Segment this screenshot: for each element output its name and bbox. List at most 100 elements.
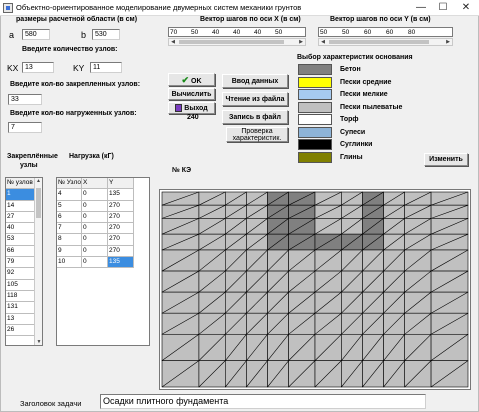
table-cell[interactable]: 135 xyxy=(108,189,134,201)
table-cell[interactable]: 79 xyxy=(6,257,35,269)
vector-x-cell[interactable]: 70 xyxy=(169,28,190,36)
vector-x-cell[interactable]: 40 xyxy=(253,28,274,36)
table-cell[interactable]: 6 xyxy=(57,211,82,224)
table-cell[interactable]: 270 xyxy=(108,200,134,212)
table-row[interactable]: 9 0 270 xyxy=(57,245,149,258)
table-cell[interactable]: 27 xyxy=(6,211,35,224)
ok-button[interactable]: ✔ OK xyxy=(168,73,215,86)
table-cell[interactable]: 0 xyxy=(82,211,108,224)
characteristic-item[interactable]: Пески мелкие xyxy=(298,89,388,100)
vector-y-cell[interactable]: 50 xyxy=(319,28,341,36)
color-swatch[interactable] xyxy=(298,126,332,138)
characteristic-item[interactable]: Глины xyxy=(298,151,363,163)
color-swatch[interactable] xyxy=(298,64,332,75)
characteristic-item[interactable]: Пески пылеватые xyxy=(298,101,402,113)
scroll-thumb[interactable] xyxy=(36,188,41,218)
characteristic-item[interactable]: Пески средние xyxy=(298,76,391,88)
read-file-button[interactable]: Чтение из файла xyxy=(222,92,288,106)
table-cell[interactable]: 0 xyxy=(82,257,108,269)
table-cell[interactable]: 10 xyxy=(57,257,82,269)
table-cell[interactable]: 0 xyxy=(82,200,108,212)
vector-x-inputs[interactable]: 70 50 40 40 40 50 xyxy=(168,27,306,37)
table-cell[interactable]: 66 xyxy=(6,245,35,258)
kx-input[interactable]: 13 xyxy=(22,62,54,73)
table-cell[interactable]: 0 xyxy=(82,223,108,235)
scroll-thumb[interactable] xyxy=(179,40,284,44)
characteristic-item[interactable]: Торф xyxy=(298,114,359,125)
table-cell[interactable]: 53 xyxy=(6,234,35,246)
a-input[interactable]: 580 xyxy=(22,29,50,40)
ky-input[interactable]: 11 xyxy=(90,62,122,73)
fixed-table-scrollbar[interactable]: ▲ ▼ xyxy=(34,178,42,345)
scroll-right-icon[interactable]: ▶ xyxy=(297,39,305,45)
characteristic-item[interactable]: Супеси xyxy=(298,126,365,138)
table-cell[interactable]: 14 xyxy=(6,200,35,212)
mesh-canvas[interactable] xyxy=(159,189,471,390)
maximize-button[interactable]: ☐ xyxy=(432,0,454,16)
vector-y-scrollbar[interactable]: ◀ ▶ xyxy=(318,38,453,46)
table-cell[interactable]: 118 xyxy=(6,290,35,303)
scroll-thumb[interactable] xyxy=(329,40,429,44)
fixed-count-input[interactable]: 33 xyxy=(8,94,42,105)
table-cell[interactable]: 0 xyxy=(82,234,108,246)
vector-y-cell[interactable] xyxy=(429,28,451,36)
write-file-button[interactable]: Запись в файл xyxy=(222,110,288,124)
table-cell[interactable]: 0 xyxy=(82,245,108,258)
color-swatch[interactable] xyxy=(298,101,332,113)
table-cell[interactable]: 8 xyxy=(57,234,82,246)
load-table[interactable]: № Узлов X Y 4 0 135 5 0 270 6 0 270 7 0 270 8 0 270 9 0 2… xyxy=(56,177,150,346)
table-cell[interactable]: 40 xyxy=(6,223,35,235)
table-row[interactable]: 5 0 270 xyxy=(57,200,149,212)
compute-button[interactable]: Вычислить xyxy=(168,88,215,100)
table-cell[interactable]: 4 xyxy=(57,189,82,201)
b-input[interactable]: 530 xyxy=(92,29,120,40)
scroll-down-icon[interactable]: ▼ xyxy=(35,339,42,345)
table-cell[interactable]: 270 xyxy=(108,211,134,224)
table-row[interactable]: 6 0 270 xyxy=(57,211,149,224)
color-swatch[interactable] xyxy=(298,139,332,150)
table-cell[interactable]: 9 xyxy=(57,245,82,258)
table-cell[interactable]: 7 xyxy=(57,223,82,235)
vector-y-cell[interactable]: 60 xyxy=(363,28,385,36)
table-cell[interactable]: 270 xyxy=(108,245,134,258)
table-cell[interactable]: 0 xyxy=(82,189,108,201)
table-cell[interactable]: 5 xyxy=(57,200,82,212)
vector-y-cell[interactable]: 60 xyxy=(385,28,407,36)
vector-y-inputs[interactable]: 50 50 60 60 80 xyxy=(318,27,453,37)
vector-x-cell[interactable]: 50 xyxy=(190,28,211,36)
scroll-left-icon[interactable]: ◀ xyxy=(319,39,327,45)
table-row[interactable]: 7 0 270 xyxy=(57,223,149,235)
scroll-left-icon[interactable]: ◀ xyxy=(169,39,177,45)
table-row[interactable]: 10 0 135 xyxy=(57,257,149,269)
characteristic-item[interactable]: Бетон xyxy=(298,64,361,75)
vector-x-scrollbar[interactable]: ◀ ▶ xyxy=(168,38,306,46)
vector-x-cell[interactable]: 40 xyxy=(211,28,232,36)
scroll-right-icon[interactable]: ▶ xyxy=(444,39,452,45)
color-swatch[interactable] xyxy=(298,76,332,88)
fixed-nodes-table[interactable]: № узлов 1 14 27 40 53 66 79 92 105 118 131 13 26 ▲ ▼ xyxy=(5,177,43,346)
table-cell[interactable]: 270 xyxy=(108,223,134,235)
vector-y-cell[interactable]: 80 xyxy=(407,28,429,36)
vector-x-cell[interactable]: 40 xyxy=(232,28,253,36)
characteristic-item[interactable]: Суглинки xyxy=(298,139,372,150)
table-cell[interactable]: 105 xyxy=(6,279,35,291)
table-cell[interactable]: 26 xyxy=(6,324,35,337)
check-characteristics-button[interactable]: Проверка характеристик. xyxy=(226,127,288,142)
table-cell[interactable]: 1 xyxy=(6,189,35,201)
vector-x-cell[interactable]: 50 xyxy=(274,28,295,36)
loaded-count-input[interactable]: 7 xyxy=(8,122,42,133)
color-swatch[interactable] xyxy=(298,114,332,125)
table-cell[interactable]: 131 xyxy=(6,302,35,314)
table-cell[interactable]: 13 xyxy=(6,313,35,325)
scroll-up-icon[interactable]: ▲ xyxy=(35,178,42,184)
table-row[interactable]: 4 0 135 xyxy=(57,189,149,201)
change-button[interactable]: Изменить xyxy=(424,153,468,166)
table-cell[interactable]: 270 xyxy=(108,234,134,246)
minimize-button[interactable]: — xyxy=(410,0,432,16)
vector-y-cell[interactable]: 50 xyxy=(341,28,363,36)
data-input-button[interactable]: Ввод данных xyxy=(222,74,288,88)
close-button[interactable]: ✕ xyxy=(455,0,477,16)
color-swatch[interactable] xyxy=(298,89,332,100)
table-cell[interactable]: 92 xyxy=(6,268,35,280)
task-title-input[interactable]: Осадки плитного фундамента xyxy=(100,394,426,409)
